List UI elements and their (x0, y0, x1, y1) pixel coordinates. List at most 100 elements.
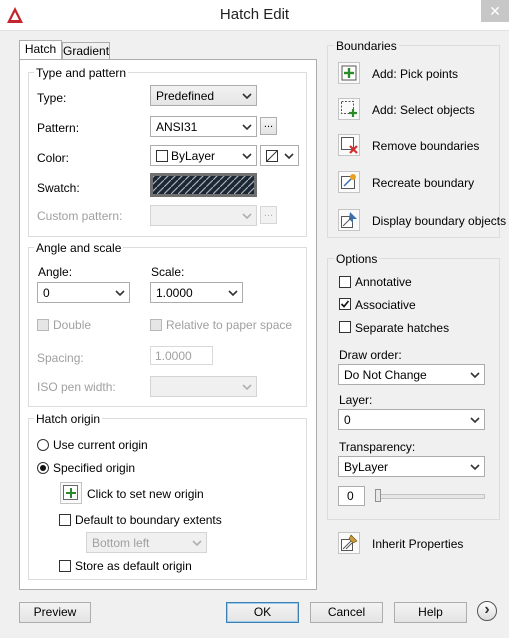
separate-hatches-label: Separate hatches (355, 321, 450, 335)
cancel-button[interactable]: Cancel (310, 602, 383, 623)
transparency-value: ByLayer (344, 460, 389, 474)
iso-pen-width-label: ISO pen width: (37, 380, 116, 394)
inherit-properties-label: Inherit Properties (372, 537, 464, 551)
more-options-button[interactable]: › (477, 601, 497, 621)
pattern-label: Pattern: (37, 121, 80, 135)
select-objects-icon (341, 101, 357, 117)
draw-order-value: Do Not Change (344, 368, 427, 382)
transparency-slider-thumb[interactable] (375, 489, 381, 502)
layer-label: Layer: (339, 393, 373, 407)
annotative-checkbox[interactable] (339, 276, 351, 288)
help-button[interactable]: Help (394, 602, 467, 623)
use-current-origin-label: Use current origin (53, 438, 148, 452)
separate-hatches-checkbox[interactable] (339, 321, 351, 333)
pattern-browse-button[interactable]: ... (260, 117, 277, 135)
recreate-boundary-icon (341, 174, 356, 189)
layer-dropdown[interactable]: 0 (338, 409, 485, 430)
transparency-dropdown[interactable]: ByLayer (338, 456, 485, 477)
chevron-down-icon (242, 93, 252, 100)
swatch-label: Swatch: (37, 181, 80, 195)
transparency-label: Transparency: (339, 440, 416, 454)
scale-value: 1.0000 (156, 286, 193, 300)
default-boundary-extents-checkbox[interactable] (59, 514, 71, 526)
set-origin-button[interactable] (60, 482, 82, 504)
ok-button[interactable]: OK (226, 602, 299, 623)
specified-origin-radio[interactable] (37, 462, 49, 474)
angle-value: 0 (43, 286, 50, 300)
inherit-properties-icon-box (338, 532, 360, 554)
window-title: Hatch Edit (219, 6, 290, 23)
scale-dropdown[interactable]: 1.0000 (150, 282, 243, 303)
remove-boundaries-icon (341, 137, 358, 154)
use-current-origin-radio[interactable] (37, 439, 49, 451)
chevron-down-icon (470, 417, 480, 424)
display-boundary-objects-label: Display boundary objects (372, 214, 507, 228)
tab-hatch[interactable]: Hatch (19, 40, 62, 59)
chevron-down-icon (228, 290, 238, 297)
display-boundary-icon-box (338, 209, 360, 231)
close-button[interactable]: ✕ (481, 0, 509, 22)
chevron-down-icon (242, 213, 252, 220)
custom-pattern-dropdown (150, 205, 257, 226)
pattern-swatch[interactable] (150, 173, 257, 197)
boundary-extents-value: Bottom left (92, 536, 150, 550)
recreate-boundary-button[interactable]: Recreate boundary (338, 171, 498, 195)
spacing-value: 1.0000 (155, 349, 192, 363)
color-swatch-icon (156, 150, 168, 162)
recreate-boundary-icon-box (338, 171, 360, 193)
add-select-objects-button[interactable]: Add: Select objects (338, 98, 498, 122)
scale-label: Scale: (151, 265, 185, 279)
inherit-properties-icon (341, 534, 358, 551)
inherit-properties-button[interactable]: Inherit Properties (338, 532, 503, 556)
pattern-dropdown[interactable]: ANSI31 (150, 116, 257, 137)
display-boundary-icon (341, 212, 357, 228)
angle-scale-heading: Angle and scale (34, 241, 124, 255)
store-default-origin-checkbox[interactable] (59, 560, 71, 572)
background-color-dropdown[interactable] (260, 145, 299, 166)
pattern-value: ANSI31 (156, 120, 198, 134)
tab-gradient[interactable]: Gradient (62, 42, 110, 59)
chevron-down-icon (242, 124, 252, 131)
draw-order-dropdown[interactable]: Do Not Change (338, 364, 485, 385)
default-boundary-extents-label: Default to boundary extents (75, 513, 222, 527)
add-select-objects-label: Add: Select objects (372, 103, 475, 117)
remove-boundaries-icon-box (338, 134, 360, 156)
chevron-down-icon (242, 153, 252, 160)
set-origin-label: Click to set new origin (87, 487, 204, 501)
relative-paper-space-label: Relative to paper space (166, 318, 293, 332)
display-boundary-objects-button[interactable]: Display boundary objects (338, 209, 507, 233)
add-pick-points-button[interactable]: Add: Pick points (338, 62, 498, 86)
type-dropdown[interactable]: Predefined (150, 85, 257, 106)
layer-value: 0 (344, 413, 351, 427)
relative-paper-space-checkbox (150, 319, 162, 331)
remove-boundaries-button[interactable]: Remove boundaries (338, 134, 498, 158)
chevron-right-icon: › (484, 601, 490, 618)
annotative-label: Annotative (355, 275, 412, 289)
transparency-slider-track[interactable] (375, 494, 485, 499)
spacing-input: 1.0000 (150, 346, 213, 365)
preview-button[interactable]: Preview (19, 602, 91, 623)
transparency-amount-input[interactable]: 0 (338, 486, 365, 506)
transparency-amount-value: 0 (347, 489, 354, 503)
associative-label: Associative (355, 298, 416, 312)
custom-pattern-label: Custom pattern: (37, 209, 123, 223)
set-origin-icon (63, 485, 78, 500)
remove-boundaries-label: Remove boundaries (372, 139, 480, 153)
no-color-icon (266, 150, 278, 162)
radio-selected-dot (40, 465, 46, 471)
type-value: Predefined (156, 89, 215, 103)
iso-pen-width-dropdown (150, 376, 257, 397)
chevron-down-icon (470, 464, 480, 471)
double-label: Double (53, 318, 92, 332)
select-objects-icon-box (338, 98, 360, 120)
draw-order-label: Draw order: (339, 348, 402, 362)
boundary-extents-dropdown: Bottom left (86, 532, 207, 553)
checkmark-icon (340, 300, 350, 308)
specified-origin-label: Specified origin (53, 461, 136, 475)
pick-points-icon-box (338, 62, 360, 84)
angle-dropdown[interactable]: 0 (37, 282, 130, 303)
associative-checkbox[interactable] (339, 298, 351, 310)
angle-label: Angle: (38, 265, 73, 279)
chevron-down-icon (242, 384, 252, 391)
color-dropdown[interactable]: ByLayer (150, 145, 257, 166)
